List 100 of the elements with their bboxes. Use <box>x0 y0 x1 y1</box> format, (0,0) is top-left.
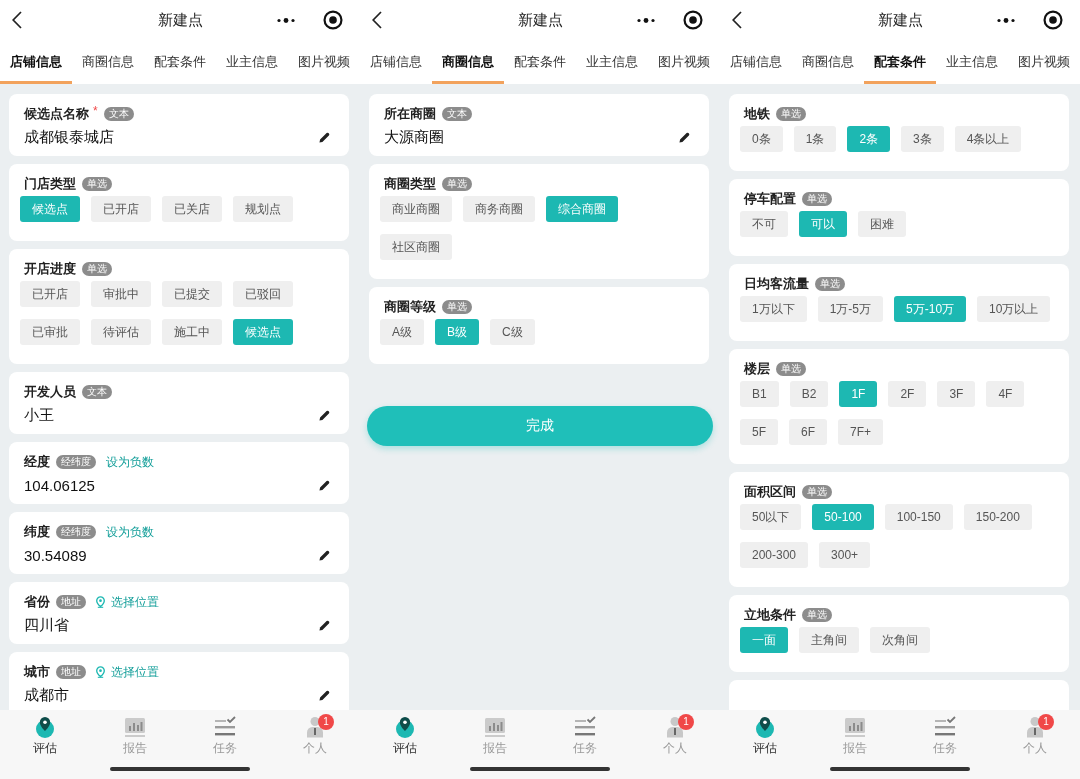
back-icon[interactable] <box>732 11 742 29</box>
edit-icon[interactable] <box>679 131 690 143</box>
option-chip[interactable]: 1条 <box>793 126 837 152</box>
edit-icon[interactable] <box>319 619 330 631</box>
option-chip[interactable]: 主角间 <box>799 627 859 653</box>
tab[interactable]: 图片视频 <box>288 40 360 84</box>
target-icon[interactable] <box>323 10 343 30</box>
tab[interactable]: 店铺信息 <box>720 40 792 84</box>
option-chip[interactable]: 已开店 <box>91 196 151 222</box>
option-chip[interactable]: 已审批 <box>20 319 80 345</box>
option-chip[interactable]: 审批中 <box>91 281 151 307</box>
option-chip[interactable]: 1万以下 <box>740 296 807 322</box>
more-icon[interactable] <box>637 17 655 23</box>
edit-icon[interactable] <box>319 131 330 143</box>
pin-icon <box>96 666 105 678</box>
option-chip[interactable]: 社区商圈 <box>380 234 452 260</box>
option-chip[interactable]: 已关店 <box>162 196 222 222</box>
tab[interactable]: 配套条件 <box>504 40 576 84</box>
option-chip[interactable]: 150-200 <box>963 504 1032 530</box>
nav-tab[interactable]: 评估 <box>749 710 781 755</box>
field-label: 经度 <box>24 453 50 471</box>
required-mark: * <box>93 105 98 117</box>
tab[interactable]: 商圈信息 <box>792 40 864 84</box>
notification-badge: 1 <box>1038 714 1054 730</box>
field-type-tag: 地址 <box>56 665 86 679</box>
bar-chart-icon <box>124 716 146 738</box>
field-value: 成都市 <box>24 685 69 705</box>
option-chip[interactable]: 2F <box>888 381 927 407</box>
tab[interactable]: 商圈信息 <box>72 40 144 84</box>
tab[interactable]: 配套条件 <box>144 40 216 84</box>
option-chip[interactable]: 3条 <box>901 126 944 152</box>
option-chip[interactable]: 1万-5万 <box>817 296 884 322</box>
field-label: 面积区间 <box>744 483 796 501</box>
edit-icon[interactable] <box>319 549 330 561</box>
bar-chart-icon <box>484 716 506 738</box>
option-chip[interactable]: 商业商圈 <box>380 196 452 222</box>
tab[interactable]: 图片视频 <box>648 40 720 84</box>
notification-badge: 1 <box>678 714 694 730</box>
option-chip[interactable]: 已驳回 <box>233 281 293 307</box>
option-chip[interactable]: 商务商圈 <box>463 196 535 222</box>
field-label: 省份 <box>24 593 50 611</box>
option-chip[interactable]: A级 <box>380 319 424 345</box>
option-chip[interactable]: 200-300 <box>740 542 809 568</box>
option-chip[interactable]: 施工中 <box>162 319 222 345</box>
option-chip[interactable]: 6F <box>789 419 828 445</box>
location-pin-icon <box>394 716 416 738</box>
field-value: 30.54089 <box>24 546 87 564</box>
option-chip[interactable]: B1 <box>740 381 779 407</box>
option-chip[interactable]: 100-150 <box>884 504 953 530</box>
option-chip[interactable]: 已开店 <box>20 281 80 307</box>
option-chip[interactable]: 50以下 <box>740 504 802 530</box>
option-chip[interactable]: 5F <box>740 419 778 445</box>
edit-icon[interactable] <box>319 689 330 701</box>
field-type-tag: 单选 <box>802 608 832 622</box>
field-type-tag: 单选 <box>82 262 112 276</box>
option-chip[interactable]: B2 <box>789 381 829 407</box>
text-link[interactable]: 选择位置 <box>96 663 159 681</box>
option-chip[interactable]: 待评估 <box>91 319 151 345</box>
option-chip[interactable]: 4条以上 <box>954 126 1022 152</box>
field-type-tag: 单选 <box>802 485 832 499</box>
option-chip[interactable]: C级 <box>490 319 535 345</box>
more-icon[interactable] <box>277 17 295 23</box>
edit-icon[interactable] <box>319 409 330 421</box>
target-icon[interactable] <box>683 10 703 30</box>
edit-icon[interactable] <box>319 479 330 491</box>
text-link[interactable]: 选择位置 <box>96 593 159 611</box>
page-title: 新建点 <box>877 10 923 30</box>
target-icon[interactable] <box>1043 10 1063 30</box>
tab[interactable]: 店铺信息 <box>360 40 432 84</box>
field-type-tag: 单选 <box>815 277 845 291</box>
more-icon[interactable] <box>997 17 1015 23</box>
option-chip[interactable]: 7F+ <box>838 419 884 445</box>
tab[interactable]: 业主信息 <box>936 40 1008 84</box>
tab[interactable]: 业主信息 <box>216 40 288 84</box>
option-chip[interactable]: 规划点 <box>233 196 293 222</box>
option-chip[interactable]: 0条 <box>740 126 783 152</box>
option-chip[interactable]: 300+ <box>819 542 871 568</box>
field-type-tag: 单选 <box>802 192 832 206</box>
option-chip[interactable]: 4F <box>986 381 1025 407</box>
tab[interactable]: 业主信息 <box>576 40 648 84</box>
field-value: 四川省 <box>24 615 69 635</box>
nav-tab[interactable]: 评估 <box>29 710 61 755</box>
field-value: 大源商圈 <box>384 127 444 147</box>
back-icon[interactable] <box>12 11 22 29</box>
field-label: 地铁 <box>744 105 770 123</box>
back-icon[interactable] <box>372 11 382 29</box>
option-chip[interactable]: 次角间 <box>870 627 930 653</box>
tab[interactable]: 图片视频 <box>1008 40 1080 84</box>
option-chip[interactable]: 困难 <box>858 211 906 237</box>
field-label: 立地条件 <box>744 606 796 624</box>
field-type-tag: 单选 <box>442 177 472 191</box>
option-chip[interactable]: 不可 <box>740 211 788 237</box>
person-icon <box>664 716 686 738</box>
field-type-tag: 单选 <box>82 177 112 191</box>
field-label: 停车配置 <box>744 190 796 208</box>
option-chip[interactable]: 10万以上 <box>977 296 1051 322</box>
option-chip[interactable]: 3F <box>937 381 976 407</box>
field-type-tag: 地址 <box>56 595 86 609</box>
nav-tab[interactable]: 评估 <box>389 710 421 755</box>
option-chip[interactable]: 已提交 <box>162 281 222 307</box>
